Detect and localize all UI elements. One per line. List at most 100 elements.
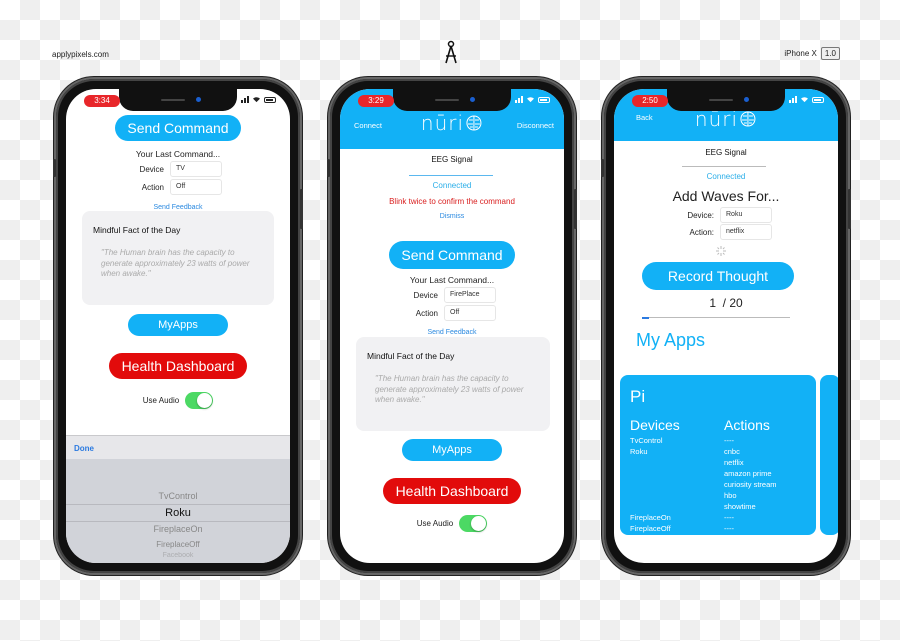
- picker-item[interactable]: TvControl: [66, 489, 290, 504]
- status-time: 3:34: [84, 95, 120, 107]
- phone-2: Connect nūri Disconnect 3:29 EEG Signal …: [327, 79, 577, 573]
- actions-list: ---- cnbc netflix amazon prime curiosity…: [724, 435, 777, 534]
- use-audio-toggle[interactable]: [459, 515, 488, 532]
- back-button[interactable]: Back: [636, 113, 653, 122]
- status-icons: [789, 96, 824, 103]
- send-command-button[interactable]: Send Command: [115, 115, 241, 141]
- health-dashboard-button[interactable]: Health Dashboard: [383, 478, 521, 504]
- brain-icon: [740, 111, 756, 127]
- signal-icon: [515, 96, 523, 103]
- eeg-signal-line: [409, 175, 493, 176]
- screen: Connect nūri Disconnect 3:29 EEG Signal …: [340, 89, 564, 563]
- my-apps-title: My Apps: [636, 330, 706, 350]
- last-command-label: Your Last Command...: [135, 149, 221, 159]
- picker-item[interactable]: FireplaceOff: [66, 537, 290, 552]
- side-button: [848, 189, 851, 229]
- app-card-pi[interactable]: Pi Devices Actions TvControl Roku Firepl…: [620, 375, 816, 535]
- device-field[interactable]: Roku: [720, 207, 772, 223]
- dismiss-link[interactable]: Dismiss: [340, 213, 564, 220]
- device-field[interactable]: TV: [170, 161, 222, 177]
- camera-dot: [744, 97, 749, 102]
- action-item: showtime: [724, 502, 756, 511]
- wifi-icon: [527, 97, 534, 103]
- notch: [393, 89, 511, 111]
- record-thought-button[interactable]: Record Thought: [642, 262, 794, 290]
- action-label: Action: [415, 308, 438, 318]
- side-button: [601, 159, 604, 177]
- eeg-signal-label: EEG Signal: [431, 155, 473, 164]
- progress-current: 1: [709, 296, 716, 310]
- action-item: ----: [724, 436, 734, 445]
- use-audio-label: Use Audio: [416, 519, 454, 528]
- health-dashboard-button[interactable]: Health Dashboard: [109, 353, 247, 379]
- devices-header: Devices: [630, 417, 680, 433]
- device-item: Roku: [630, 447, 648, 456]
- device-field[interactable]: FirePlace: [444, 287, 496, 303]
- fact-title: Mindful Fact of the Day: [367, 351, 455, 361]
- site-label: applypixels.com: [52, 50, 109, 59]
- action-label: Action: [141, 182, 164, 192]
- phone-3: Back nūri 2:50 EEG Signal Connected Add …: [601, 79, 851, 573]
- compass-icon: [445, 40, 457, 64]
- send-feedback-link[interactable]: Send Feedback: [66, 204, 290, 211]
- battery-icon: [812, 96, 824, 103]
- version-badge: 1.0: [820, 47, 840, 60]
- add-waves-title: Add Waves For...: [672, 188, 780, 204]
- action-label: Action:: [689, 227, 714, 237]
- eeg-signal-label: EEG Signal: [705, 148, 747, 157]
- phone-1: 3:34 Send Command Your Last Command... D…: [53, 79, 303, 573]
- notch: [667, 89, 785, 111]
- picker-item[interactable]: Facebook: [66, 552, 290, 560]
- action-item: cnbc: [724, 447, 740, 456]
- connection-status: Connected: [706, 172, 746, 181]
- battery-icon: [264, 96, 276, 103]
- connection-status: Connected: [432, 181, 472, 190]
- notch: [119, 89, 237, 111]
- device-item: TvControl: [630, 436, 663, 445]
- device-label: Device: [139, 164, 164, 174]
- progress-fill: [642, 316, 650, 319]
- fact-quote: "The Human brain has the capacity to gen…: [375, 374, 524, 404]
- side-button: [300, 189, 303, 229]
- side-button: [574, 189, 577, 229]
- action-field[interactable]: Off: [170, 179, 222, 195]
- fact-title: Mindful Fact of the Day: [93, 225, 181, 235]
- device-item: FireplaceOn: [630, 513, 671, 522]
- fact-card: Mindful Fact of the Day "The Human brain…: [82, 211, 274, 305]
- app-card-title: Pi: [630, 387, 646, 406]
- status-icons: [515, 96, 550, 103]
- action-field[interactable]: Off: [444, 305, 496, 321]
- action-item: curiosity stream: [724, 480, 777, 489]
- myapps-button[interactable]: MyApps: [402, 439, 502, 461]
- signal-icon: [241, 96, 249, 103]
- app-card-next[interactable]: [820, 375, 838, 535]
- signal-icon: [789, 96, 797, 103]
- progress-counter: 1 / 20: [614, 296, 838, 310]
- use-audio-toggle[interactable]: [185, 392, 214, 409]
- action-item: netflix: [724, 458, 744, 467]
- action-field[interactable]: netflix: [720, 224, 772, 240]
- myapps-button[interactable]: MyApps: [128, 314, 228, 336]
- fact-quote: "The Human brain has the capacity to gen…: [101, 248, 250, 278]
- eeg-signal-line: [682, 166, 766, 167]
- progress-total: / 20: [722, 296, 743, 310]
- connect-button[interactable]: Connect: [354, 121, 382, 130]
- disconnect-button[interactable]: Disconnect: [517, 121, 554, 130]
- camera-dot: [196, 97, 201, 102]
- use-audio-label: Use Audio: [142, 396, 180, 405]
- device-picker[interactable]: Done TvControl Roku FireplaceOn Fireplac…: [66, 435, 290, 563]
- action-item: amazon prime: [724, 469, 772, 478]
- picker-item-selected[interactable]: Roku: [66, 504, 290, 522]
- battery-icon: [538, 96, 550, 103]
- status-icons: [241, 96, 276, 103]
- side-button: [53, 159, 56, 177]
- blink-warning: Blink twice to confirm the command: [389, 197, 515, 206]
- nuri-logo: nūri: [421, 111, 483, 135]
- device-item: FireplaceOff: [630, 524, 671, 533]
- actions-header: Actions: [724, 417, 770, 433]
- picker-done-button[interactable]: Done: [74, 444, 94, 453]
- send-feedback-link[interactable]: Send Feedback: [340, 329, 564, 336]
- picker-item[interactable]: FireplaceOn: [66, 522, 290, 537]
- send-command-button[interactable]: Send Command: [389, 241, 515, 269]
- wifi-icon: [801, 97, 808, 103]
